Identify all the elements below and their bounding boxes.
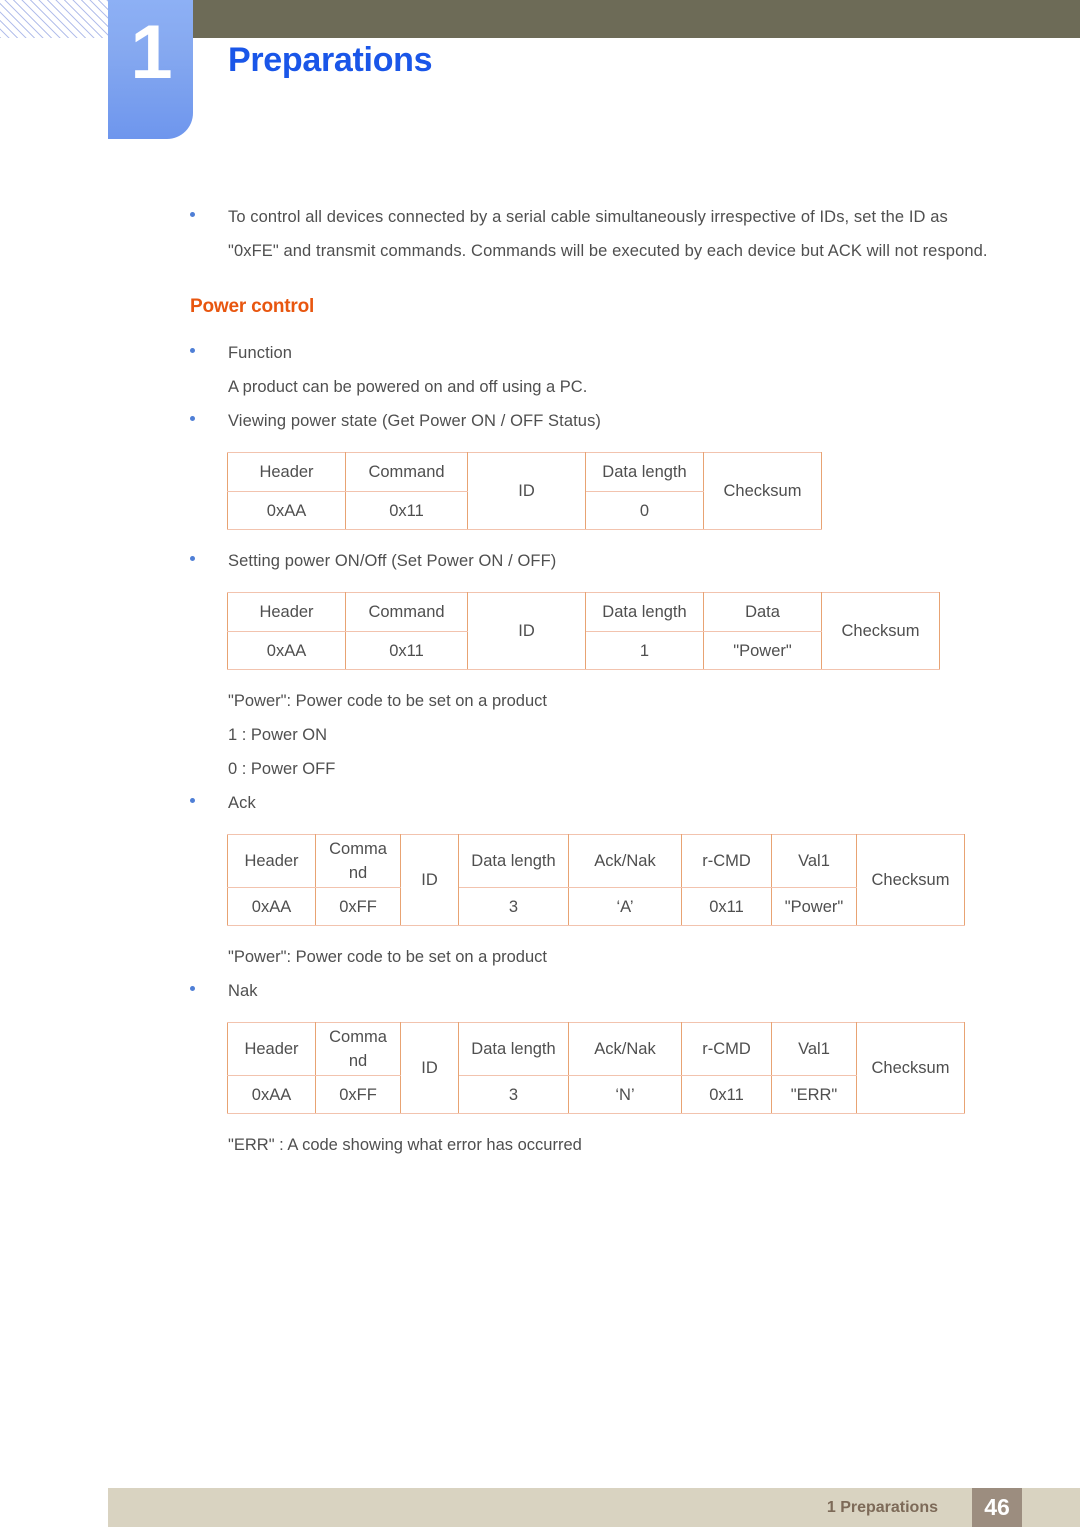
cell-header-ack-nak: Ack/Nak — [568, 1022, 682, 1076]
note-bullet-text: To control all devices connected by a se… — [228, 208, 988, 260]
chapter-tab: 1 — [108, 0, 193, 139]
power-on-note: 1 : Power ON — [228, 726, 328, 744]
setting-power-bullet-item: Setting power ON/Off (Set Power ON / OFF… — [0, 544, 1080, 578]
page-title: Preparations — [228, 41, 433, 79]
cell-header-checksum: Checksum — [821, 592, 940, 670]
cell-header-data-length: Data length — [458, 834, 569, 888]
cell-header-r-cmd: r-CMD — [681, 834, 772, 888]
page-number: 46 — [984, 1494, 1010, 1520]
function-label: Function — [228, 344, 293, 362]
cell-header-ack-nak: Ack/Nak — [568, 834, 682, 888]
cell-value-header: 0xAA — [227, 887, 316, 926]
cell-value-data-length: 3 — [458, 1075, 569, 1114]
cell-header-val1: Val1 — [771, 834, 857, 888]
cell-value-header: 0xAA — [227, 1075, 316, 1114]
table-row: 0xAA 0xFF 3 ‘A’ 0x11 "Power" — [227, 887, 965, 926]
cell-header-id: ID — [467, 452, 586, 530]
cell-header-checksum: Checksum — [856, 1022, 965, 1114]
table-row: Header Comma nd ID Data length Ack/Nak r-… — [227, 1022, 965, 1114]
table-row: Header Command ID Data length Checksum — [227, 452, 822, 530]
nak-bullet-item: Nak — [0, 974, 1080, 1008]
cell-header-id: ID — [467, 592, 586, 670]
cell-header-id: ID — [400, 1022, 459, 1114]
table-wrap-set-power: Header Command ID Data length Data Check… — [0, 592, 1080, 670]
cell-value-data-length: 3 — [458, 887, 569, 926]
viewing-power-state-label: Viewing power state (Get Power ON / OFF … — [228, 412, 602, 430]
cell-header-header: Header — [227, 1022, 316, 1076]
header-olive-bar — [193, 0, 1080, 38]
cell-header-data-length: Data length — [458, 1022, 569, 1076]
cell-value-r-cmd: 0x11 — [681, 887, 772, 926]
bullet-dot-icon — [190, 212, 195, 217]
cell-value-command: 0xFF — [315, 1075, 401, 1114]
table-wrap-ack: Header Comma nd ID Data length Ack/Nak r-… — [0, 834, 1080, 926]
cell-header-data: Data — [703, 592, 822, 632]
cell-header-header: Header — [227, 592, 346, 632]
power-off-note: 0 : Power OFF — [228, 760, 336, 778]
nak-label: Nak — [228, 982, 258, 1000]
cell-header-command: Command — [315, 1022, 401, 1076]
cell-value-command: 0xFF — [315, 887, 401, 926]
table-set-power: Header Command ID Data length Data Check… — [227, 592, 940, 670]
table-wrap-get-power-status: Header Command ID Data length Checksum 0… — [0, 452, 1080, 530]
note-bullet-item: To control all devices connected by a se… — [0, 200, 1080, 268]
cell-value-header: 0xAA — [227, 631, 346, 670]
table-get-power-status: Header Command ID Data length Checksum 0… — [227, 452, 822, 530]
cell-value-ack-nak: ‘A’ — [568, 887, 682, 926]
bullet-dot-icon — [190, 798, 195, 803]
err-code-note: "ERR" : A code showing what error has oc… — [228, 1136, 582, 1154]
cell-header-data-length: Data length — [585, 452, 704, 492]
cell-value-header: 0xAA — [227, 491, 346, 530]
cell-header-checksum: Checksum — [856, 834, 965, 926]
table-wrap-nak: Header Comma nd ID Data length Ack/Nak r-… — [0, 1022, 1080, 1114]
chapter-number: 1 — [130, 10, 172, 95]
cell-value-command: 0x11 — [345, 631, 468, 670]
cell-header-command: Command — [315, 834, 401, 888]
bullet-dot-icon — [190, 986, 195, 991]
cell-value-val1: "ERR" — [771, 1075, 857, 1114]
bullet-dot-icon — [190, 556, 195, 561]
function-bullet-item: Function — [0, 336, 1080, 370]
viewing-power-state-bullet-item: Viewing power state (Get Power ON / OFF … — [0, 404, 1080, 438]
table-row: Header Command ID Data length Data Check… — [227, 592, 940, 670]
cell-header-checksum: Checksum — [703, 452, 822, 530]
bullet-dot-icon — [190, 416, 195, 421]
cell-header-r-cmd: r-CMD — [681, 1022, 772, 1076]
table-row: 0xAA 0xFF 3 ‘N’ 0x11 "ERR" — [227, 1075, 965, 1114]
setting-power-label: Setting power ON/Off (Set Power ON / OFF… — [228, 552, 557, 570]
header-hatch-decoration — [0, 0, 118, 38]
cell-value-ack-nak: ‘N’ — [568, 1075, 682, 1114]
page-content: To control all devices connected by a se… — [0, 200, 1080, 1162]
bullet-dot-icon — [190, 348, 195, 353]
table-nak: Header Comma nd ID Data length Ack/Nak r-… — [227, 1022, 965, 1114]
ack-bullet-item: Ack — [0, 786, 1080, 820]
ack-label: Ack — [228, 794, 256, 812]
section-heading-power-control: Power control — [190, 296, 315, 317]
footer-chapter-label: 1 Preparations — [826, 1499, 938, 1516]
power-code-note: "Power": Power code to be set on a produ… — [228, 692, 547, 710]
cell-header-data-length: Data length — [585, 592, 704, 632]
cell-header-val1: Val1 — [771, 1022, 857, 1076]
table-row: Header Comma nd ID Data length Ack/Nak r-… — [227, 834, 965, 926]
cell-value-data-length: 0 — [585, 491, 704, 530]
cell-value-command: 0x11 — [345, 491, 468, 530]
function-description: A product can be powered on and off usin… — [228, 378, 588, 396]
cell-value-data: "Power" — [703, 631, 822, 670]
cell-value-val1: "Power" — [771, 887, 857, 926]
cell-header-header: Header — [227, 834, 316, 888]
table-ack: Header Comma nd ID Data length Ack/Nak r-… — [227, 834, 965, 926]
cell-value-r-cmd: 0x11 — [681, 1075, 772, 1114]
cell-header-command: Command — [345, 452, 468, 492]
cell-header-command: Command — [345, 592, 468, 632]
cell-value-data-length: 1 — [585, 631, 704, 670]
cell-header-header: Header — [227, 452, 346, 492]
cell-header-id: ID — [400, 834, 459, 926]
ack-power-code-note: "Power": Power code to be set on a produ… — [228, 948, 547, 966]
